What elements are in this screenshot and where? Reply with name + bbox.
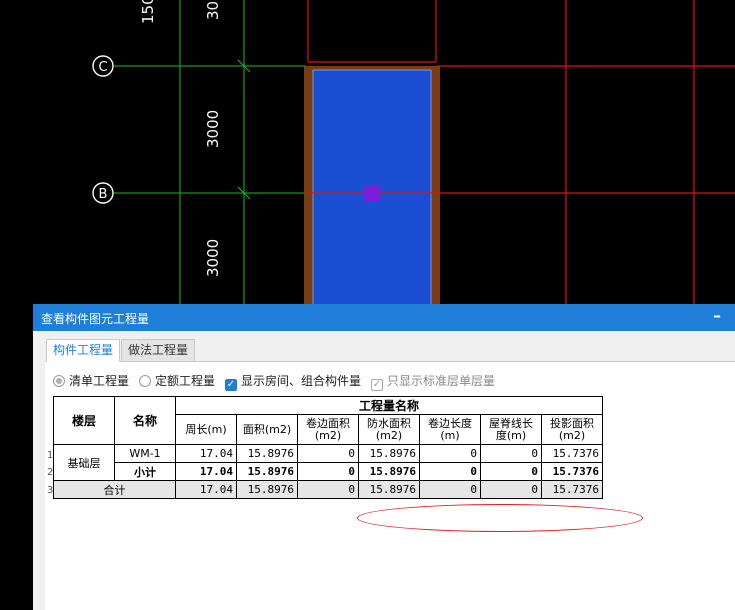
value-cell[interactable]: 15.8976 [236,462,298,481]
radio-selected-icon [53,375,65,387]
tab-content: 清单工程量 定额工程量 ✓ 显示房间、组合构件量 ✓ 只显示标准层单层量 1 2 3… [45,362,735,610]
value-cell[interactable]: 15.8976 [358,444,420,463]
radio-bill-quantity[interactable]: 清单工程量 [53,372,129,389]
value-cell[interactable]: 15.8976 [236,480,298,499]
subtotal-row[interactable]: 小计 17.04 15.8976 0 15.8976 0 0 15.7376 [54,462,603,481]
value-cell[interactable]: 15.8976 [358,480,420,499]
header-name[interactable]: 名称 [114,396,176,445]
quantity-panel: 查看构件图元工程量 – 构件工程量 做法工程量 清单工程量 定额工程量 ✓ 显示房… [33,304,735,610]
header-curl-area[interactable]: 卷边面积(m2) [297,414,359,445]
dimension-text-3000-lower: 3000 [204,239,222,277]
minimize-icon[interactable]: – [713,306,721,325]
header-area[interactable]: 面积(m2) [236,414,298,445]
checkbox-show-rooms[interactable]: ✓ 显示房间、组合构件量 [225,372,361,391]
value-cell[interactable]: 15.8976 [236,444,298,463]
dimension-text-150: 150 [139,0,157,24]
radio-quota-label: 定额工程量 [155,374,216,388]
tab-component-quantity[interactable]: 构件工程量 [46,339,121,362]
table-row[interactable]: 基础层 WM-1 17.04 15.8976 0 15.8976 0 0 15.… [53,444,603,481]
axis-c-label: C [98,60,107,75]
header-waterproof-area[interactable]: 防水面积(m2) [358,414,420,445]
checkbox-disabled-icon: ✓ [371,379,383,391]
value-cell[interactable]: 17.04 [175,480,237,499]
radio-quota-quantity[interactable]: 定额工程量 [139,372,215,389]
value-cell[interactable]: 0 [419,444,481,463]
show-rooms-label: 显示房间、组合构件量 [241,374,362,388]
standard-floor-label: 只显示标准层单层量 [387,374,496,388]
value-cell[interactable]: 0 [297,444,359,463]
value-cell[interactable]: 0 [480,462,542,481]
axis-c-bubble[interactable]: C [92,55,114,77]
header-ridge-length[interactable]: 屋脊线长度(m) [480,414,542,445]
header-projected-area[interactable]: 投影面积(m2) [541,414,603,445]
grip-handle-icon [364,186,380,202]
header-quantity-group: 工程量名称 [175,396,603,415]
value-cell[interactable]: 17.04 [175,462,237,481]
value-cell[interactable]: 17.04 [175,444,237,463]
axis-b-bubble[interactable]: B [92,182,114,204]
value-cell[interactable]: 0 [480,444,542,463]
header-perimeter[interactable]: 周长(m) [175,414,237,445]
panel-title: 查看构件图元工程量 [41,312,150,326]
radio-unselected-icon [139,375,151,387]
name-cell[interactable]: WM-1 [114,444,176,463]
value-cell[interactable]: 0 [297,480,359,499]
value-cell[interactable]: 0 [297,462,359,481]
value-cell[interactable]: 15.8976 [358,462,420,481]
checkbox-standard-floor[interactable]: ✓ 只显示标准层单层量 [371,372,495,391]
highlight-ellipse [357,504,643,532]
header-floor[interactable]: 楼层 [53,396,115,445]
value-cell[interactable]: 0 [419,462,481,481]
header-curl-length[interactable]: 卷边长度(m) [419,414,481,445]
floor-cell[interactable]: 基础层 [53,444,115,481]
value-cell[interactable]: 15.7376 [541,444,603,463]
radio-bill-label: 清单工程量 [69,374,130,388]
panel-titlebar[interactable]: 查看构件图元工程量 – [33,304,735,331]
checkbox-checked-icon: ✓ [225,379,237,391]
selected-member[interactable] [304,66,440,307]
value-cell[interactable]: 0 [480,480,542,499]
tab-method-quantity[interactable]: 做法工程量 [121,339,196,362]
dimension-text-30: 30 [204,1,222,20]
total-row[interactable]: 合计 17.04 15.8976 0 15.8976 0 0 15.7376 [53,480,603,499]
total-label: 合计 [53,480,176,499]
value-cell[interactable]: 15.7376 [541,462,603,481]
dimension-text-3000-upper: 3000 [204,110,222,148]
subtotal-label: 小计 [114,462,176,481]
value-cell[interactable]: 15.7376 [541,480,603,499]
quantity-table: 楼层 名称 工程量名称 周长(m) 面积(m2) 卷边面积(m2) 防水面积(m… [53,396,603,499]
value-cell[interactable]: 0 [419,480,481,499]
axis-b-label: B [99,187,108,202]
